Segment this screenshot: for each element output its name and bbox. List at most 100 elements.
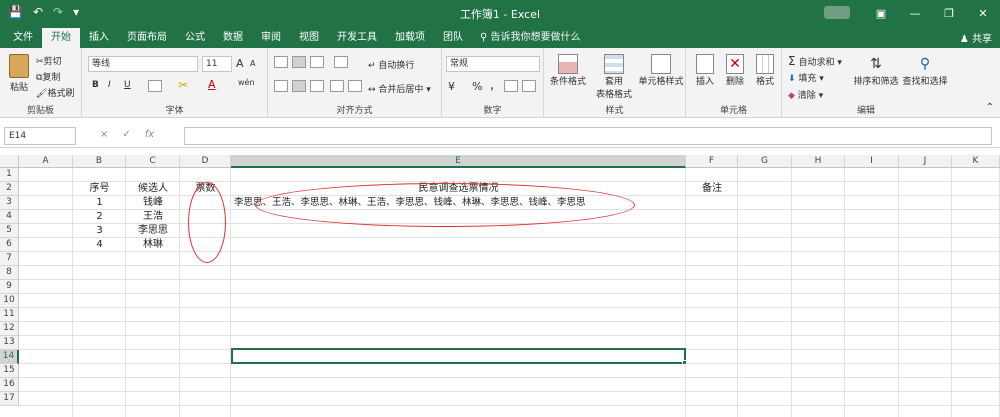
collapse-ribbon-icon[interactable]: ⌃ <box>986 102 994 113</box>
column-header-A[interactable]: A <box>19 155 73 168</box>
cell-F2[interactable]: 备注 <box>686 182 738 196</box>
row-header-4[interactable]: 4 <box>0 210 19 224</box>
font-size-select[interactable]: 11 <box>202 56 232 72</box>
tab-review[interactable]: 审阅 <box>252 28 290 48</box>
cell-B4[interactable]: 2 <box>73 210 126 224</box>
bold-button[interactable]: B <box>92 80 99 90</box>
selected-cell-outline[interactable] <box>231 348 687 365</box>
increase-decimal-icon[interactable] <box>504 80 518 92</box>
find-select-button[interactable]: ⚲ 查找和选择 <box>902 54 948 87</box>
currency-icon[interactable]: ¥ <box>448 80 455 93</box>
align-middle-icon[interactable] <box>292 56 306 68</box>
row-header-9[interactable]: 9 <box>0 280 19 294</box>
row-header-1[interactable]: 1 <box>0 168 19 182</box>
italic-button[interactable]: I <box>108 80 111 90</box>
align-left-icon[interactable] <box>274 80 288 92</box>
cell-C6[interactable]: 林琳 <box>126 238 180 252</box>
decrease-indent-icon[interactable] <box>330 80 344 92</box>
borders-icon[interactable] <box>148 80 162 92</box>
align-right-icon[interactable] <box>310 80 324 92</box>
cell-B2[interactable]: 序号 <box>73 182 126 196</box>
cell-styles-button[interactable]: 单元格样式 <box>638 54 684 87</box>
tab-view[interactable]: 视图 <box>290 28 328 48</box>
align-bottom-icon[interactable] <box>310 56 324 68</box>
clear-button[interactable]: ◆ 清除 ▾ <box>788 88 823 101</box>
sort-filter-button[interactable]: ⇅ 排序和筛选 <box>852 54 900 87</box>
number-format-select[interactable]: 常规 <box>446 56 540 72</box>
share-button[interactable]: ♟ 共享 <box>960 30 992 45</box>
conditional-formatting-button[interactable]: 条件格式 <box>548 54 588 87</box>
row-header-3[interactable]: 3 <box>0 196 19 210</box>
tab-insert[interactable]: 插入 <box>80 28 118 48</box>
tab-formulas[interactable]: 公式 <box>176 28 214 48</box>
minimize-icon[interactable]: — <box>898 0 932 26</box>
cell-B5[interactable]: 3 <box>73 224 126 238</box>
row-header-11[interactable]: 11 <box>0 308 19 322</box>
align-top-icon[interactable] <box>274 56 288 68</box>
merge-center-button[interactable]: ↔ 合并后居中 ▾ <box>368 82 431 95</box>
tab-data[interactable]: 数据 <box>214 28 252 48</box>
cell-B3[interactable]: 1 <box>73 196 126 210</box>
close-icon[interactable]: ✕ <box>966 0 1000 26</box>
formula-input[interactable] <box>184 127 992 145</box>
increase-indent-icon[interactable] <box>348 80 362 92</box>
restore-icon[interactable]: ❐ <box>932 0 966 26</box>
fill-button[interactable]: ⬇ 填充 ▾ <box>788 71 824 84</box>
format-cells-button[interactable]: 格式 <box>752 54 778 87</box>
fill-handle[interactable] <box>682 360 687 365</box>
ribbon-display-options-icon[interactable]: ▣ <box>864 0 898 26</box>
tab-home[interactable]: 开始 <box>42 28 80 48</box>
paste-button[interactable]: 粘贴 <box>6 54 32 93</box>
delete-cells-button[interactable]: ✕ 删除 <box>722 54 748 87</box>
percent-button[interactable]: % <box>472 80 482 93</box>
font-name-select[interactable]: 等线 <box>88 56 198 72</box>
tab-team[interactable]: 团队 <box>434 28 472 48</box>
cell-C2[interactable]: 候选人 <box>126 182 180 196</box>
account-avatar[interactable] <box>824 6 850 19</box>
shrink-font-button[interactable]: A <box>250 59 255 68</box>
autosum-button[interactable]: Σ 自动求和 ▾ <box>788 54 842 68</box>
column-header-G[interactable]: G <box>738 155 792 168</box>
comma-button[interactable]: , <box>490 78 494 93</box>
column-header-J[interactable]: J <box>899 155 952 168</box>
row-header-5[interactable]: 5 <box>0 224 19 238</box>
row-header-13[interactable]: 13 <box>0 336 19 350</box>
column-header-E[interactable]: E <box>231 155 686 168</box>
decrease-decimal-icon[interactable] <box>522 80 536 92</box>
fill-color-icon[interactable]: ✂ <box>178 78 188 92</box>
copy-button[interactable]: ⧉复制 <box>36 70 60 83</box>
enter-icon[interactable]: ✓ <box>122 129 130 140</box>
orientation-icon[interactable] <box>334 56 348 68</box>
select-all-corner[interactable] <box>0 155 19 168</box>
format-painter-button[interactable]: 🖌格式刷 <box>36 86 74 99</box>
column-header-D[interactable]: D <box>180 155 231 168</box>
row-header-16[interactable]: 16 <box>0 378 19 392</box>
tab-page-layout[interactable]: 页面布局 <box>118 28 176 48</box>
row-header-2[interactable]: 2 <box>0 182 19 196</box>
row-header-6[interactable]: 6 <box>0 238 19 252</box>
tab-file[interactable]: 文件 <box>4 28 42 48</box>
phonetic-button[interactable]: wén <box>238 78 255 87</box>
wrap-text-button[interactable]: ↵ 自动换行 <box>368 58 414 71</box>
column-header-F[interactable]: F <box>686 155 738 168</box>
row-header-7[interactable]: 7 <box>0 252 19 266</box>
grow-font-button[interactable]: A <box>236 57 244 70</box>
spreadsheet-grid[interactable]: ABCDEFGHIJK 1 2 3 4 5 6 7 8 9 10 11 12 13 14 15 16 17 序号… <box>0 155 1000 417</box>
cell-C3[interactable]: 钱峰 <box>126 196 180 210</box>
insert-function-icon[interactable]: fx <box>145 129 154 140</box>
cell-C5[interactable]: 李思思 <box>126 224 180 238</box>
row-header-8[interactable]: 8 <box>0 266 19 280</box>
cell-B6[interactable]: 4 <box>73 238 126 252</box>
underline-button[interactable]: U <box>124 80 131 90</box>
tell-me-box[interactable]: ⚲ 告诉我你想要做什么 <box>472 28 589 48</box>
name-box[interactable]: E14 <box>4 127 76 145</box>
column-header-C[interactable]: C <box>126 155 180 168</box>
row-header-10[interactable]: 10 <box>0 294 19 308</box>
insert-cells-button[interactable]: 插入 <box>692 54 718 87</box>
column-header-I[interactable]: I <box>845 155 899 168</box>
tab-developer[interactable]: 开发工具 <box>328 28 386 48</box>
row-header-17[interactable]: 17 <box>0 392 19 406</box>
cancel-icon[interactable]: × <box>100 129 108 140</box>
format-as-table-button[interactable]: 套用 表格格式 <box>592 54 636 100</box>
align-center-icon[interactable] <box>292 80 306 92</box>
